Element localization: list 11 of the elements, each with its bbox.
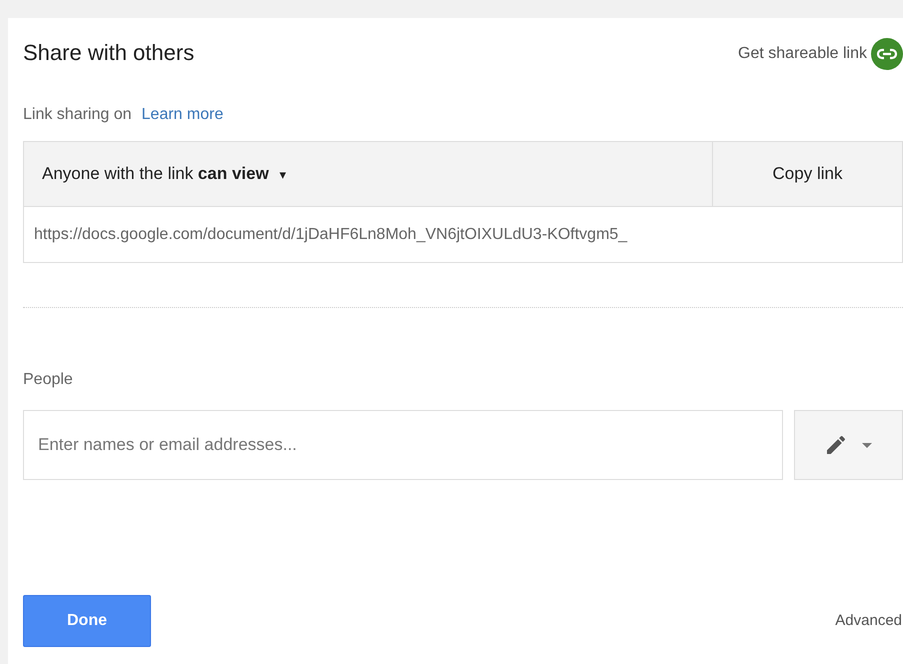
link-sharing-status: Link sharing on [23,106,132,123]
advanced-link[interactable]: Advanced [835,610,902,632]
link-icon[interactable] [871,38,903,70]
people-input-field[interactable]: Enter names or email addresses... [23,410,783,480]
learn-more-link[interactable]: Learn more [142,106,224,123]
access-dropdown[interactable]: Anyone with the link can view ▾ [24,142,712,206]
caret-icon [862,442,872,448]
people-label: People [23,370,74,390]
get-shareable-link[interactable]: Get shareable link [738,42,867,66]
dialog-title: Share with others [23,39,194,67]
link-url-field[interactable]: https://docs.google.com/document/d/1jDaHF6Ln8Moh_VN6jtOIXULdU3-KOftvgm5_ [23,207,903,263]
